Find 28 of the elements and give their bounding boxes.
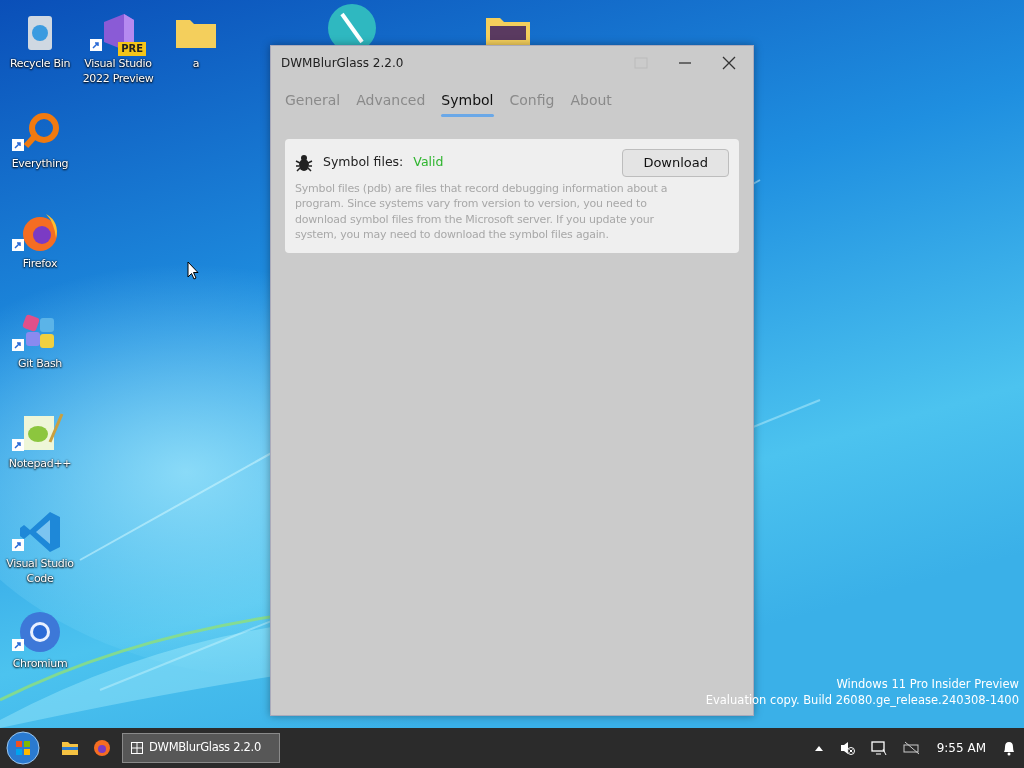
bug-icon: [295, 153, 313, 172]
icon-label[interactable]: a: [192, 56, 200, 71]
folder-icon: [61, 740, 79, 756]
start-logo-icon: [6, 731, 40, 765]
symbol-files-label: Symbol files:: [323, 153, 404, 172]
status-text: Valid: [413, 153, 444, 172]
edition-text: Windows 11 Pro Insider Preview: [835, 676, 1019, 692]
icon-label[interactable]: Recycle Bin: [9, 56, 71, 71]
show-hidden-icons-icon[interactable]: [814, 745, 823, 751]
icon-label[interactable]: Firefox: [22, 256, 58, 271]
icon-label[interactable]: Everything: [11, 156, 69, 171]
battery-icon[interactable]: [902, 741, 921, 755]
network-icon[interactable]: [870, 740, 887, 756]
window-title: DWMBlurGlass 2.2.0: [281, 55, 404, 72]
app-grid-icon: [131, 742, 143, 754]
download-button[interactable]: Download: [622, 149, 729, 177]
paintbrush-icon[interactable]: [328, 4, 376, 45]
icon-label[interactable]: Visual Studio 2022 Preview: [80, 56, 156, 86]
firefox-icon: [93, 739, 111, 757]
taskbar-button[interactable]: DWMBlurGlass 2.2.0: [122, 733, 280, 763]
preview-badge: PRE: [118, 42, 146, 56]
close-icon: [722, 56, 736, 70]
icon-label[interactable]: Git Bash: [18, 356, 62, 371]
speaker-muted-icon[interactable]: [838, 740, 855, 756]
notification-bell-icon[interactable]: [1002, 740, 1016, 756]
tab[interactable]: Symbol: [441, 90, 494, 117]
description-text: Symbol files (pdb) are files that record debugging information about a program. Since systems vary from version to version, you need to download symbol files from the Microsoft server. If you update your system, you may need to download the symbol files again.: [295, 180, 669, 243]
clock[interactable]: 9:55 AM: [936, 739, 986, 757]
